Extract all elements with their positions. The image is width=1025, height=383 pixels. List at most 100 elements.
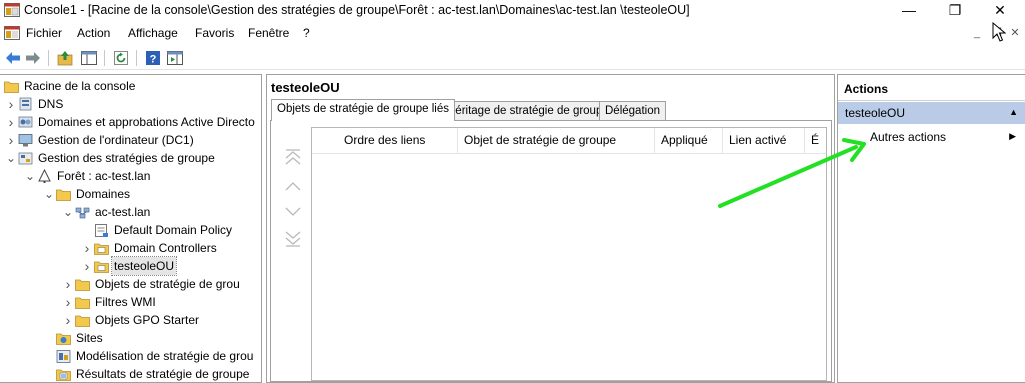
close-button[interactable]: ✕ xyxy=(977,0,1023,22)
linked-gpos-table[interactable]: Ordre des liens Objet de stratégie de gr… xyxy=(311,127,827,381)
maximize-button[interactable]: ❐ xyxy=(932,0,978,22)
ou-icon xyxy=(94,243,109,255)
tree-item-label: Gestion des stratégies de groupe xyxy=(38,151,215,165)
tree-item[interactable]: Résultats de stratégie de groupe xyxy=(0,365,261,382)
folder-icon xyxy=(75,315,90,327)
results-pane: testeoleOU Objets de stratégie de groupe… xyxy=(266,74,835,383)
expand-chevron-icon[interactable]: › xyxy=(82,257,92,275)
tree-item[interactable]: Racine de la console xyxy=(0,77,261,95)
collapse-chevron-icon[interactable]: ⌄ xyxy=(44,185,54,203)
show-hide-action-pane-icon[interactable] xyxy=(166,49,184,67)
dns-icon xyxy=(19,97,32,111)
tree-item[interactable]: ⌄ ac-test.lan xyxy=(0,203,261,221)
move-to-top-icon[interactable] xyxy=(283,149,303,167)
up-folder-icon[interactable] xyxy=(56,49,74,67)
mdi-close-button[interactable]: ✕ xyxy=(1006,24,1024,42)
linked-gpos-panel: Ordre des liens Objet de stratégie de gr… xyxy=(270,120,832,382)
toolbar-separator xyxy=(48,50,49,66)
mmc-app-icon xyxy=(4,3,20,17)
forward-icon[interactable] xyxy=(24,49,42,67)
tree-item[interactable]: ⌄ Gestion des stratégies de groupe xyxy=(0,149,261,167)
move-to-bottom-icon[interactable] xyxy=(283,229,303,247)
tree-item-label: ac-test.lan xyxy=(95,205,151,219)
tree-item-label: Gestion de l'ordinateur (DC1) xyxy=(38,133,194,147)
tree-item[interactable]: Sites xyxy=(0,329,261,347)
svg-text:?: ? xyxy=(150,54,157,66)
folder-icon xyxy=(75,297,90,309)
show-hide-tree-icon[interactable] xyxy=(80,49,98,67)
tree-item[interactable]: Default Domain Policy xyxy=(0,221,261,239)
tree-item[interactable]: ⌄ Forêt : ac-test.lan xyxy=(0,167,261,185)
collapse-up-icon[interactable]: ▲ xyxy=(1009,107,1018,117)
expand-chevron-icon[interactable]: › xyxy=(63,311,73,329)
column-header-status[interactable]: É xyxy=(805,128,826,154)
folder-icon xyxy=(56,189,71,201)
gpo-link-icon xyxy=(95,224,108,237)
ou-icon xyxy=(94,261,109,273)
tree-item-label: Objets GPO Starter xyxy=(95,313,200,327)
column-header-link-order[interactable]: Ordre des liens xyxy=(312,128,458,154)
actions-group-label: testeoleOU xyxy=(845,106,906,120)
expand-chevron-icon[interactable]: › xyxy=(6,113,16,131)
tree-item-label: Filtres WMI xyxy=(95,295,156,309)
actions-pane: Actions testeoleOU ▲ Autres actions ▶ xyxy=(837,74,1025,383)
tree-item-label: Default Domain Policy xyxy=(114,223,233,237)
menu-fenetre[interactable]: Fenêtre xyxy=(248,26,289,40)
tree-item[interactable]: › Gestion de l'ordinateur (DC1) xyxy=(0,131,261,149)
results-icon xyxy=(56,369,71,381)
help-icon[interactable]: ? xyxy=(144,49,162,67)
actions-group-testeoleou[interactable]: testeoleOU ▲ xyxy=(838,102,1025,124)
column-header-enforced[interactable]: Appliqué xyxy=(655,128,723,154)
collapse-chevron-icon[interactable]: ⌄ xyxy=(6,149,16,167)
expand-chevron-icon[interactable]: › xyxy=(63,275,73,293)
expand-chevron-icon[interactable]: › xyxy=(82,239,92,257)
menu-affichage[interactable]: Affichage xyxy=(128,26,178,40)
tree-item-label: Forêt : ac-test.lan xyxy=(57,169,151,183)
tree-item-label: DNS xyxy=(38,97,64,111)
tab-linked-gpos[interactable]: Objets de stratégie de groupe liés xyxy=(271,99,455,121)
tree-item[interactable]: › Filtres WMI xyxy=(0,293,261,311)
tree-item[interactable]: › DNS xyxy=(0,95,261,113)
expand-chevron-icon[interactable]: › xyxy=(6,95,16,113)
collapse-chevron-icon[interactable]: ⌄ xyxy=(25,167,35,185)
maximize-icon: ❐ xyxy=(948,2,962,18)
modeling-icon xyxy=(56,350,71,363)
tree-item[interactable]: › testeoleOU xyxy=(0,256,261,276)
toolbar-separator xyxy=(104,50,105,66)
tab-delegation[interactable]: Délégation xyxy=(599,101,666,121)
move-up-icon[interactable] xyxy=(283,177,303,195)
sites-icon xyxy=(56,333,71,345)
mdi-minimize-button[interactable]: _ xyxy=(968,24,986,42)
move-down-icon[interactable] xyxy=(283,203,303,221)
submenu-arrow-icon: ▶ xyxy=(1009,131,1016,141)
tree-item[interactable]: ⌄ Domaines xyxy=(0,185,261,203)
table-header: Ordre des liens Objet de stratégie de gr… xyxy=(312,128,826,154)
console-tree[interactable]: Racine de la console › DNS › Domaines et app… xyxy=(0,74,262,383)
tree-item[interactable]: › Objets GPO Starter xyxy=(0,311,261,329)
tab-gpo-inheritance[interactable]: Héritage de stratégie de groupe xyxy=(441,101,615,121)
expand-chevron-icon[interactable]: › xyxy=(6,131,16,149)
refresh-icon[interactable] xyxy=(112,49,130,67)
tree-item[interactable]: › Objets de stratégie de grou xyxy=(0,275,261,293)
tree-item-label: Domaines et approbations Active Directo xyxy=(38,115,255,129)
tree-item-label: Racine de la console xyxy=(24,79,136,93)
column-header-link-enabled[interactable]: Lien activé xyxy=(723,128,805,154)
menu-favoris[interactable]: Favoris xyxy=(195,26,234,40)
minimize-icon: — xyxy=(902,2,916,18)
back-icon[interactable] xyxy=(4,49,22,67)
menu-action[interactable]: Action xyxy=(77,26,110,40)
close-icon: ✕ xyxy=(994,2,1006,18)
tree-item[interactable]: Modélisation de stratégie de grou xyxy=(0,347,261,365)
minimize-button[interactable]: — xyxy=(886,0,932,22)
tree-item-label: testeoleOU xyxy=(110,256,178,276)
other-actions-item[interactable]: Autres actions ▶ xyxy=(838,127,1025,147)
menu-fichier[interactable]: Fichier xyxy=(26,26,62,40)
expand-chevron-icon[interactable]: › xyxy=(63,293,73,311)
other-actions-label: Autres actions xyxy=(870,130,947,144)
column-header-gpo[interactable]: Objet de stratégie de groupe xyxy=(458,128,655,154)
tree-item[interactable]: › Domain Controllers xyxy=(0,239,261,257)
menu-help[interactable]: ? xyxy=(303,26,310,40)
document-icon[interactable] xyxy=(4,26,20,40)
collapse-chevron-icon[interactable]: ⌄ xyxy=(63,203,73,221)
tree-item[interactable]: › Domaines et approbations Active Directo xyxy=(0,113,261,131)
